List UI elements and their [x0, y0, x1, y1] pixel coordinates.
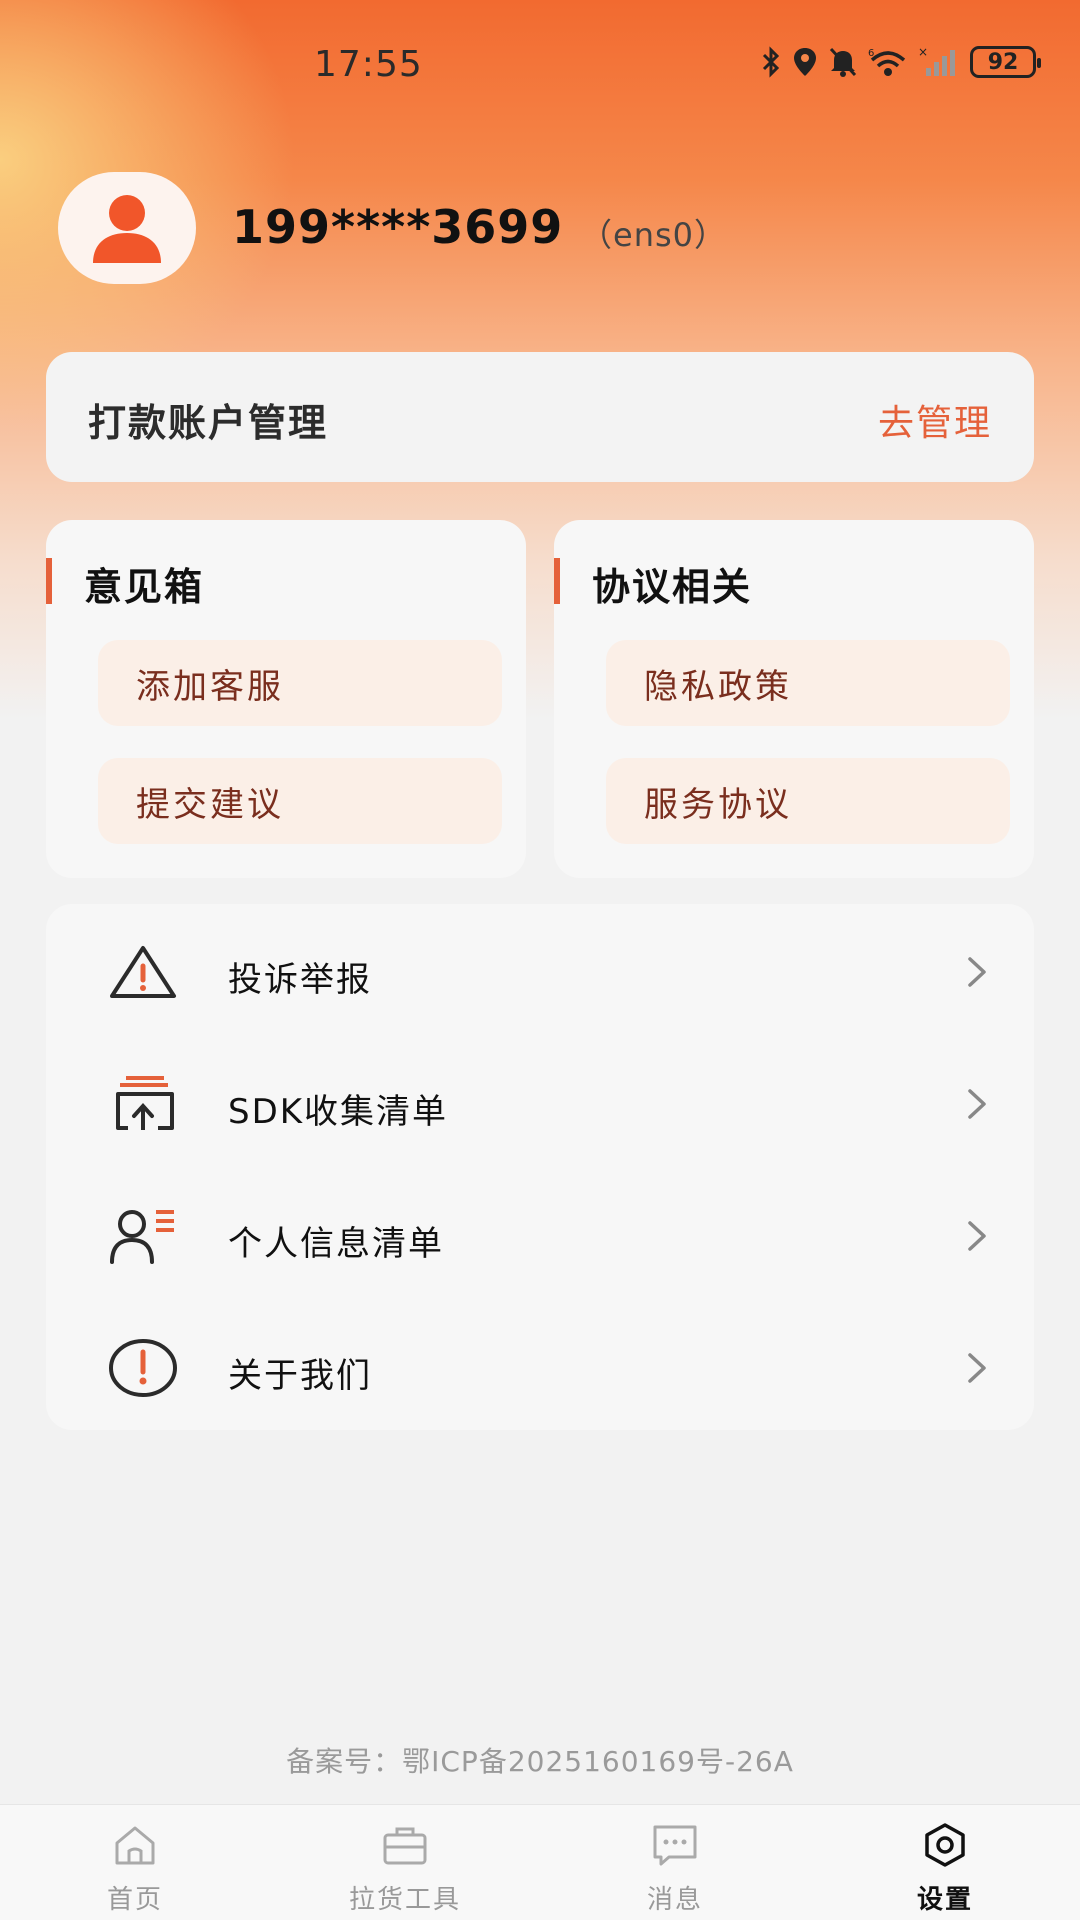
agreement-card-title: 协议相关 — [592, 565, 753, 609]
cellular-signal-icon: × — [918, 46, 955, 76]
feedback-card-title: 意见箱 — [84, 565, 205, 609]
tab-home[interactable]: 首页 — [35, 1805, 235, 1920]
tab-settings[interactable]: 设置 — [845, 1805, 1045, 1920]
settings-icon — [925, 1823, 965, 1867]
toolbox-icon — [383, 1827, 427, 1865]
chevron-right-icon — [968, 1089, 986, 1119]
privacy-policy-button[interactable]: 隐私政策 — [606, 640, 1010, 726]
service-agreement-button[interactable]: 服务协议 — [606, 758, 1010, 844]
payout-account-title: 打款账户管理 — [88, 401, 329, 445]
chevron-right-icon — [968, 1353, 986, 1383]
tab-messages[interactable]: 消息 — [575, 1805, 775, 1920]
mute-bell-icon — [829, 47, 857, 77]
menu-list: 投诉举报 SDK收集清单 个人信息清单 关于我们 — [46, 904, 1034, 1430]
user-phone: 199****3699 — [232, 200, 564, 254]
info-icon — [109, 1339, 177, 1397]
manage-link[interactable]: 去管理 — [878, 394, 992, 446]
list-item-personal-info[interactable]: 个人信息清单 — [46, 1186, 1034, 1286]
svg-text:×: × — [918, 46, 928, 59]
bottom-tab-bar: 首页 拉货工具 消息 设置 — [0, 1804, 1080, 1920]
home-icon — [115, 1826, 155, 1865]
feedback-card: 意见箱 添加客服 提交建议 — [46, 520, 526, 878]
user-nickname: （ens0） — [580, 216, 728, 254]
tab-label: 首页 — [106, 1885, 163, 1915]
warning-icon — [110, 946, 176, 998]
avatar[interactable] — [58, 172, 196, 284]
payout-account-card[interactable]: 打款账户管理 去管理 — [46, 352, 1034, 482]
status-icons: 6 × 92 — [760, 46, 1041, 78]
user-avatar-icon — [93, 195, 161, 263]
tab-label: 拉货工具 — [348, 1885, 461, 1915]
list-item-label: 个人信息清单 — [228, 1224, 444, 1264]
list-item-label: 投诉举报 — [228, 960, 372, 1000]
status-bar: 17:55 6 × 92 — [0, 0, 1080, 130]
sdk-list-icon — [116, 1076, 174, 1130]
list-item-label: SDK收集清单 — [228, 1092, 449, 1132]
status-time: 17:55 — [314, 44, 423, 85]
bluetooth-icon — [762, 46, 780, 78]
chevron-right-icon — [968, 957, 986, 987]
chevron-right-icon — [968, 1221, 986, 1251]
location-icon — [794, 48, 816, 76]
tab-label: 消息 — [646, 1885, 703, 1915]
accent-bar — [46, 558, 52, 604]
list-item-sdk-list[interactable]: SDK收集清单 — [46, 1054, 1034, 1154]
agreement-card: 协议相关 隐私政策 服务协议 — [554, 520, 1034, 878]
add-customer-service-button[interactable]: 添加客服 — [98, 640, 502, 726]
list-item-label: 关于我们 — [228, 1356, 372, 1396]
battery-indicator: 92 — [970, 46, 1041, 78]
list-item-complaint[interactable]: 投诉举报 — [46, 922, 1034, 1022]
wifi-icon: 6 — [868, 48, 906, 76]
tab-hauling-tools[interactable]: 拉货工具 — [305, 1805, 505, 1920]
icp-record-number: 备案号：鄂ICP备2025160169号-26A — [286, 1745, 794, 1778]
submit-suggestion-button[interactable]: 提交建议 — [98, 758, 502, 844]
tab-label: 设置 — [916, 1885, 973, 1915]
personal-info-icon — [110, 1210, 174, 1264]
accent-bar — [554, 558, 560, 604]
message-icon — [653, 1825, 697, 1866]
list-item-about-us[interactable]: 关于我们 — [46, 1318, 1034, 1418]
